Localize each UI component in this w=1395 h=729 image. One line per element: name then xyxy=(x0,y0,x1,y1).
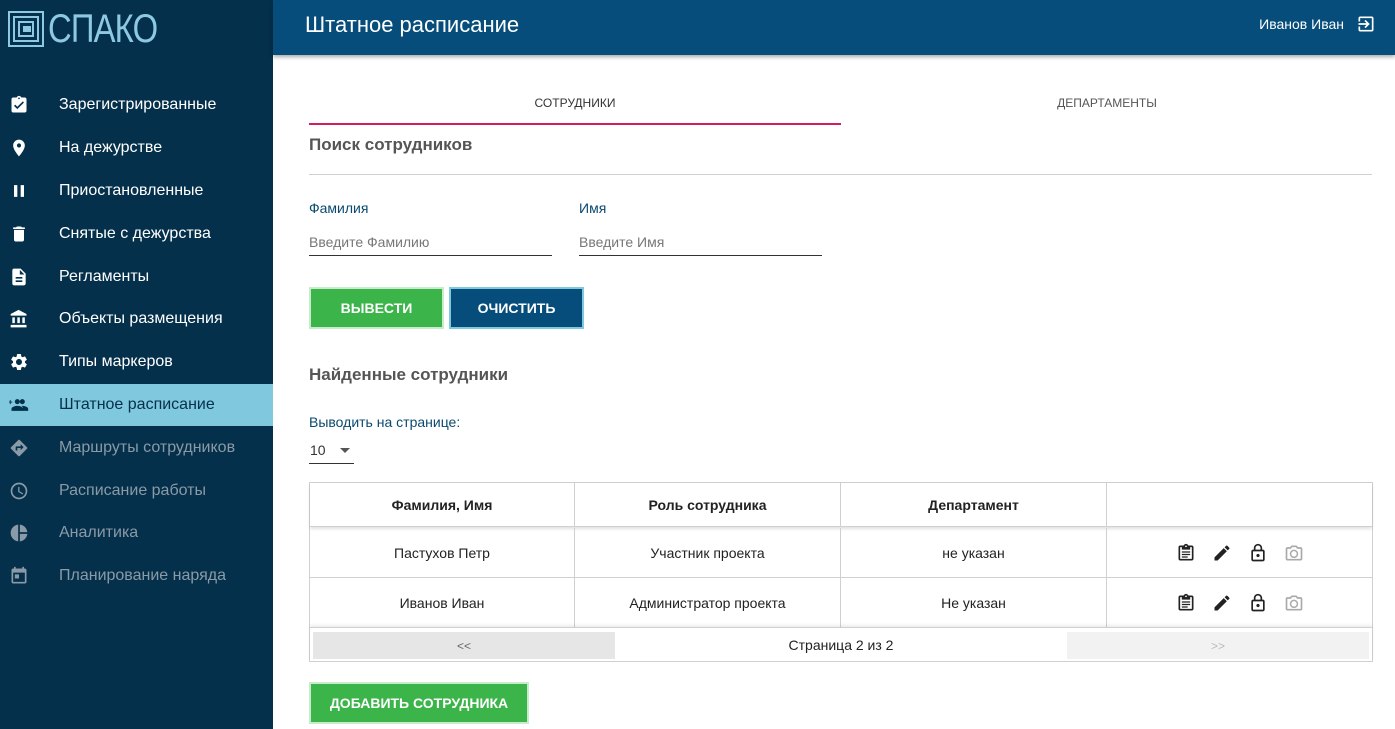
sidebar-item-marker-types[interactable]: Типы маркеров xyxy=(0,341,273,384)
first-name-label: Имя xyxy=(579,200,607,216)
column-header-department[interactable]: Департамент xyxy=(841,483,1107,527)
pencil-icon[interactable] xyxy=(1211,592,1233,614)
per-page-select[interactable]: 10 xyxy=(309,437,354,464)
trash-icon xyxy=(9,224,29,244)
cell-name: Иванов Иван xyxy=(310,578,575,628)
clear-button[interactable]: Очистить xyxy=(449,287,584,329)
cell-department: не указан xyxy=(841,528,1107,578)
sidebar-item-label: Типы маркеров xyxy=(59,353,173,371)
sidebar-item-label: Снятые с дежурства xyxy=(59,224,211,242)
sidebar-item-removed-from-duty[interactable]: Снятые с дежурства xyxy=(0,212,273,255)
per-page-label: Выводить на странице: xyxy=(309,414,461,430)
column-header-role[interactable]: Роль сотрудника xyxy=(575,483,841,527)
user-name[interactable]: Иванов Иван xyxy=(1259,16,1344,32)
sidebar-nav: Зарегистрированные На дежурстве Приостан… xyxy=(0,84,273,598)
per-page-value: 10 xyxy=(310,442,326,458)
sidebar-item-on-duty[interactable]: На дежурстве xyxy=(0,127,273,170)
cell-actions xyxy=(1107,578,1372,628)
sidebar-item-label: Регламенты xyxy=(59,267,150,285)
last-name-label: Фамилия xyxy=(309,200,369,216)
tab-employees[interactable]: Сотрудники xyxy=(309,96,841,125)
sidebar-item-regulations[interactable]: Регламенты xyxy=(0,255,273,298)
camera-icon[interactable] xyxy=(1283,592,1305,614)
sidebar-item-analytics[interactable]: Аналитика xyxy=(0,512,273,555)
next-page-button[interactable]: >> xyxy=(1067,632,1369,659)
sidebar-item-placement-objects[interactable]: Объекты размещения xyxy=(0,298,273,341)
location-pin-icon xyxy=(9,138,29,158)
results-section-title: Найденные сотрудники xyxy=(309,365,509,384)
sidebar-item-label: Маршруты сотрудников xyxy=(59,438,236,456)
table-row: Иванов Иван Администратор проекта Не ука… xyxy=(310,578,1372,628)
pagination: << Страница 2 из 2 >> xyxy=(310,627,1372,661)
sidebar-item-suspended[interactable]: Приостановленные xyxy=(0,170,273,213)
clock-icon xyxy=(9,481,29,501)
first-name-input[interactable] xyxy=(579,229,822,256)
app-logo[interactable]: СПАКО xyxy=(8,7,181,51)
search-section-title: Поиск сотрудников xyxy=(309,135,473,154)
top-header: Штатное расписание Иванов Иван xyxy=(273,0,1395,55)
previous-page-button[interactable]: << xyxy=(313,632,615,659)
cell-name: Пастухов Петр xyxy=(310,528,575,578)
page-title: Штатное расписание xyxy=(305,12,520,37)
sidebar-item-employee-routes[interactable]: Маршруты сотрудников xyxy=(0,426,273,469)
camera-icon[interactable] xyxy=(1283,542,1305,564)
cell-role: Участник проекта xyxy=(575,528,841,578)
pie-chart-icon xyxy=(9,523,29,543)
sidebar-item-label: Приостановленные xyxy=(59,181,204,199)
lock-icon[interactable] xyxy=(1247,592,1269,614)
lock-icon[interactable] xyxy=(1247,542,1269,564)
clipboard-icon[interactable] xyxy=(1175,592,1197,614)
sidebar-item-label: На дежурстве xyxy=(59,139,163,157)
caret-down-icon xyxy=(340,448,350,453)
sidebar-item-label: Расписание работы xyxy=(59,481,206,499)
employees-table: Фамилия, Имя Роль сотрудника Департамент… xyxy=(309,482,1373,662)
cell-role: Администратор проекта xyxy=(575,578,841,628)
pencil-icon[interactable] xyxy=(1211,542,1233,564)
calendar-icon xyxy=(9,566,29,586)
add-employee-button[interactable]: Добавить сотрудника xyxy=(309,682,529,724)
checklist-icon xyxy=(9,95,29,115)
divider xyxy=(309,174,1372,175)
sidebar-item-label: Штатное расписание xyxy=(59,395,215,413)
sidebar: СПАКО Зарегистрированные На дежурстве Пр… xyxy=(0,0,273,729)
document-icon xyxy=(9,267,29,287)
logout-icon[interactable] xyxy=(1356,14,1376,34)
pause-icon xyxy=(9,181,29,201)
show-button[interactable]: Вывести xyxy=(309,287,444,329)
directions-icon xyxy=(9,438,29,458)
column-header-actions xyxy=(1107,483,1372,527)
column-header-name[interactable]: Фамилия, Имя xyxy=(310,483,575,527)
sidebar-item-label: Зарегистрированные xyxy=(59,96,217,114)
table-row: Пастухов Петр Участник проекта не указан xyxy=(310,528,1372,578)
sidebar-item-staff-schedule[interactable]: Штатное расписание xyxy=(0,383,273,427)
last-name-input[interactable] xyxy=(309,229,552,256)
clipboard-icon[interactable] xyxy=(1175,542,1197,564)
bank-icon xyxy=(9,309,29,329)
sidebar-item-label: Аналитика xyxy=(59,524,139,542)
sidebar-item-registered[interactable]: Зарегистрированные xyxy=(0,84,273,127)
sidebar-item-label: Планирование наряда xyxy=(59,567,226,585)
tab-departments[interactable]: Департаменты xyxy=(841,96,1373,125)
logo-mark-icon xyxy=(8,11,44,47)
sidebar-item-label: Объекты размещения xyxy=(59,310,223,328)
logo-text: СПАКО xyxy=(48,7,158,51)
gear-icon xyxy=(9,352,29,372)
cell-actions xyxy=(1107,528,1372,578)
sidebar-item-shift-planning[interactable]: Планирование наряда xyxy=(0,555,273,598)
add-group-icon xyxy=(9,395,29,415)
cell-department: Не указан xyxy=(841,578,1107,628)
sidebar-item-work-schedule[interactable]: Расписание работы xyxy=(0,469,273,512)
table-header: Фамилия, Имя Роль сотрудника Департамент xyxy=(310,483,1372,527)
